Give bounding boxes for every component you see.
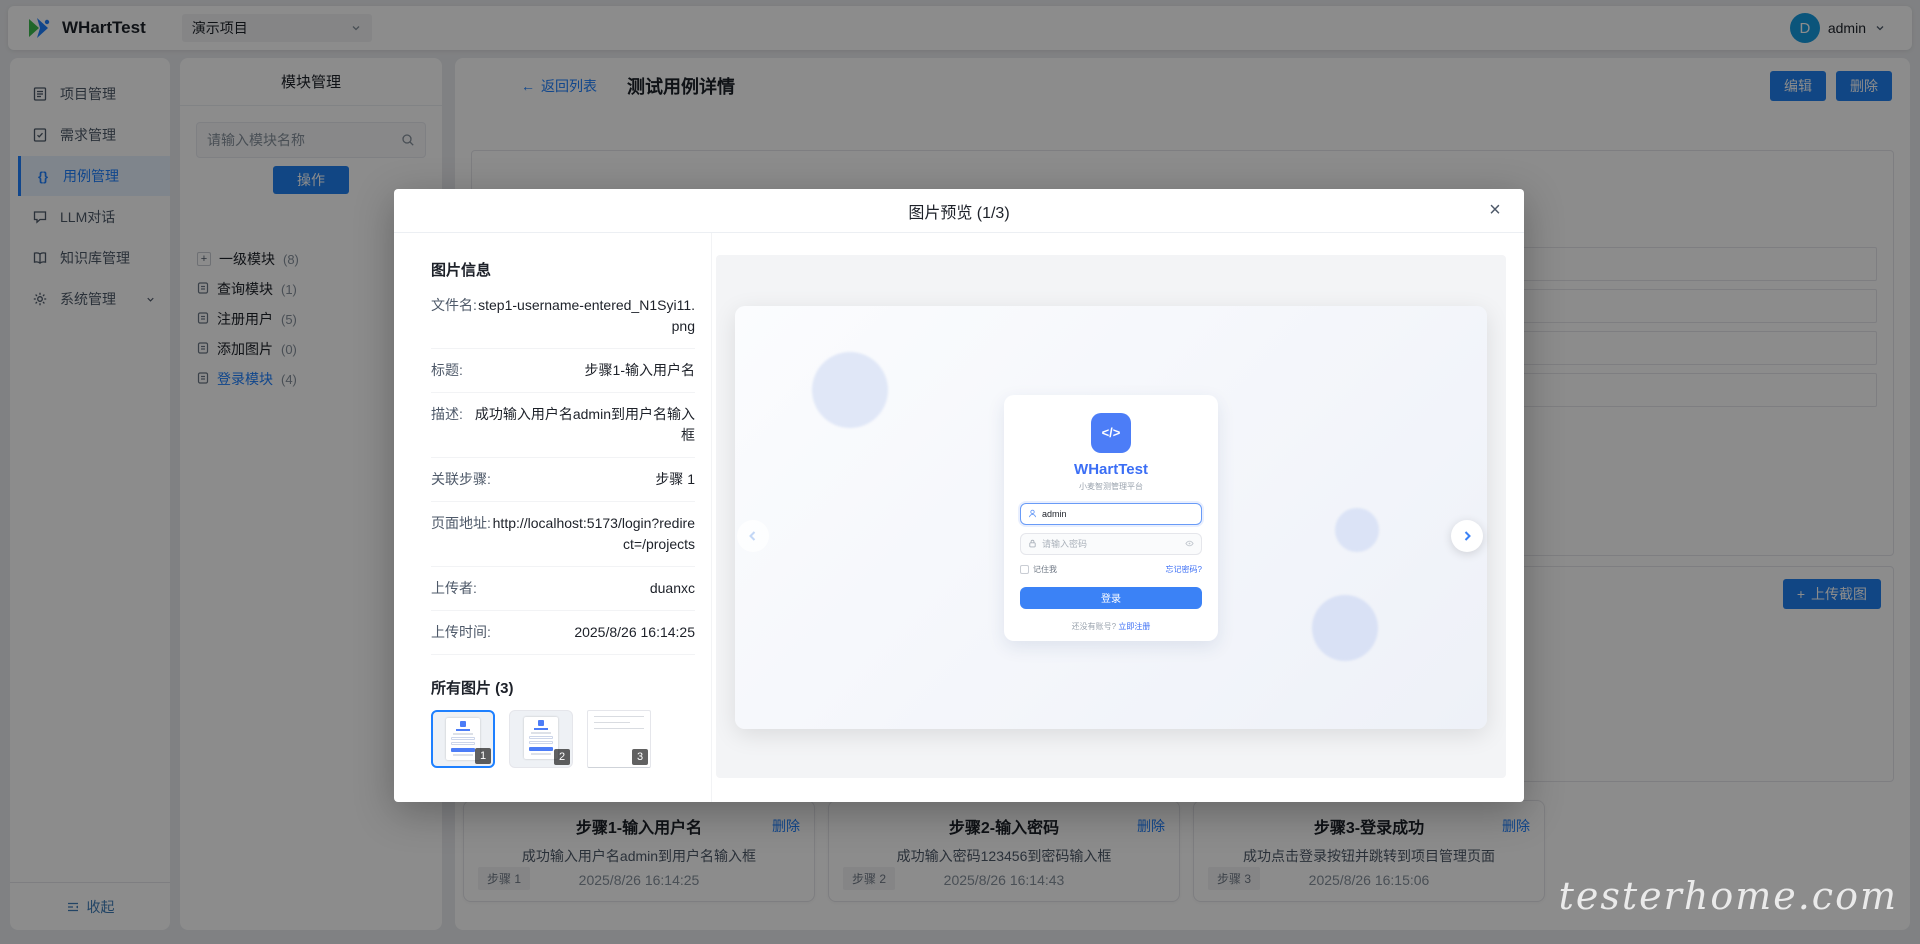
person-icon [1028,509,1037,518]
gallery-title: 所有图片 (3) [431,677,695,698]
lock-icon [1028,539,1037,548]
thumbnail-badge: 3 [632,749,648,765]
register-link: 立即注册 [1118,622,1150,631]
info-row-description: 描述: 成功输入用户名admin到用户名输入框 [431,393,695,458]
info-row-related-step: 关联步骤: 步骤 1 [431,458,695,502]
image-preview-area: </> WHartTest 小麦智测管理平台 admin 请输入密码 [716,255,1506,778]
close-icon[interactable]: × [1482,197,1508,223]
login-username-field: admin [1020,503,1202,525]
image-info-title: 图片信息 [431,259,695,280]
modal-title: 图片预览 (1/3) [908,199,1009,223]
modal-header: 图片预览 (1/3) × [394,189,1524,233]
eye-icon [1185,539,1194,548]
info-row-upload-time: 上传时间: 2025/8/26 16:14:25 [431,611,695,655]
info-row-page-url: 页面地址: http://localhost:5173/login?redire… [431,502,695,567]
next-image-button[interactable] [1451,520,1483,552]
login-subtitle: 小麦智测管理平台 [1020,481,1202,492]
thumbnail-2[interactable]: 2 [509,710,573,768]
chevron-right-icon [1460,529,1474,543]
thumbnail-list: 1 2 3 [431,710,695,768]
info-row-title: 标题: 步骤1-输入用户名 [431,349,695,393]
image-info-panel: 图片信息 文件名: step1-username-entered_N1Syi11… [394,233,712,802]
login-password-field: 请输入密码 [1020,533,1202,555]
thumbnail-badge: 2 [554,749,570,765]
login-submit-button: 登录 [1020,587,1202,609]
watermark: testerhome.com [1559,874,1898,918]
info-row-filename: 文件名: step1-username-entered_N1Syi11.png [431,284,695,349]
thumbnail-image [524,717,558,759]
decorative-circle [1312,595,1378,661]
remember-me-checkbox: 记住我 [1020,564,1057,575]
thumbnail-1[interactable]: 1 [431,710,495,768]
previous-image-button[interactable] [737,520,769,552]
thumbnail-3[interactable]: 3 [587,710,651,768]
forgot-password-link: 忘记密码? [1166,564,1202,575]
decorative-circle [1335,508,1379,552]
login-brand: WHartTest [1020,461,1202,478]
checkbox-icon [1020,565,1029,574]
image-preview-modal: 图片预览 (1/3) × 图片信息 文件名: step1-username-en… [394,189,1524,802]
login-form-image: </> WHartTest 小麦智测管理平台 admin 请输入密码 [1004,395,1218,641]
decorative-circle [812,352,888,428]
chevron-left-icon [746,529,760,543]
register-text: 还没有账号? [1072,622,1116,631]
info-row-uploader: 上传者: duanxc [431,567,695,611]
previewed-screenshot: </> WHartTest 小麦智测管理平台 admin 请输入密码 [735,306,1487,729]
thumbnail-badge: 1 [475,748,491,764]
login-logo-icon: </> [1091,413,1131,453]
